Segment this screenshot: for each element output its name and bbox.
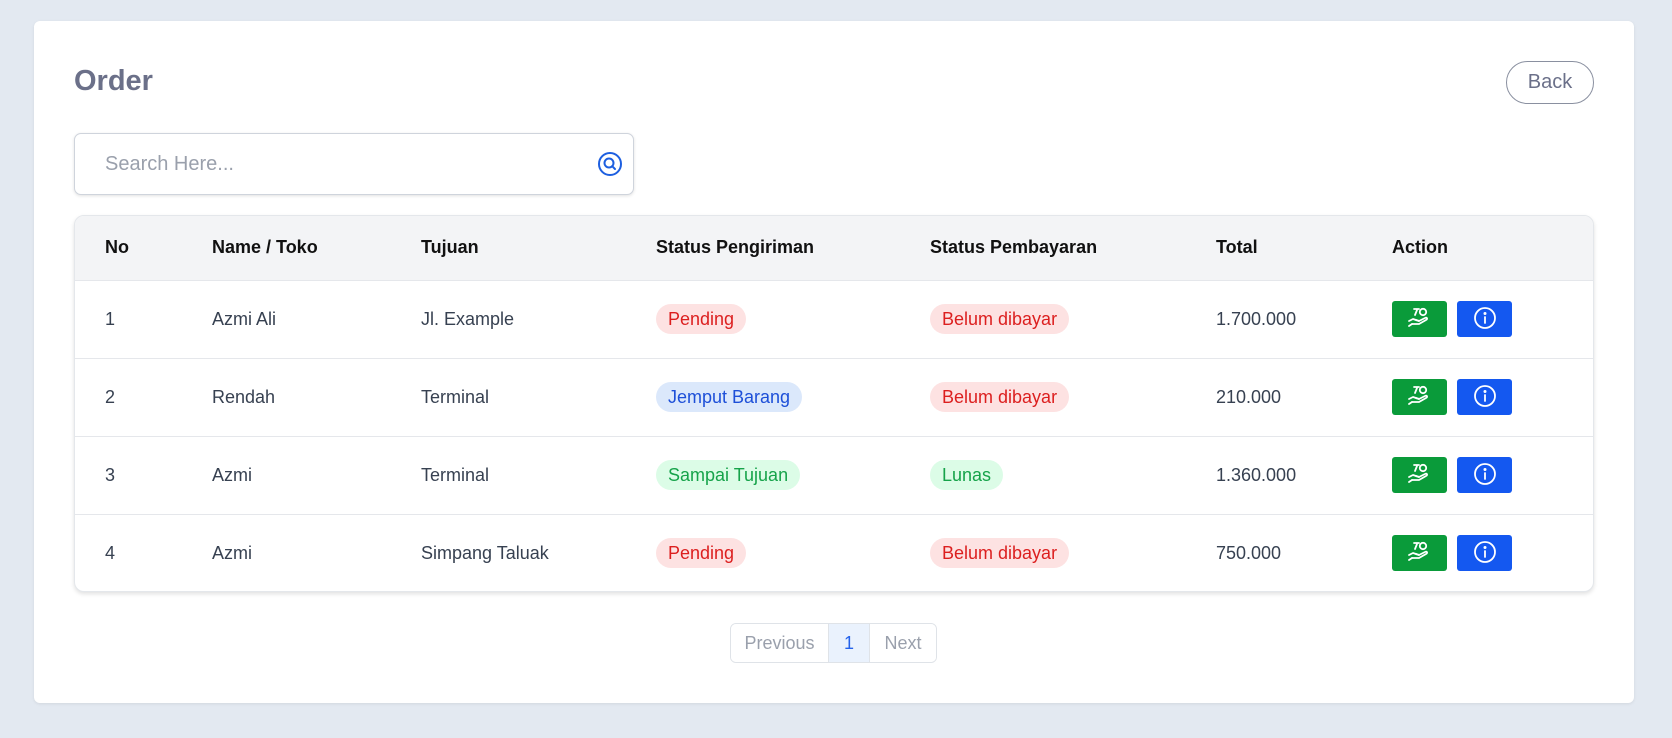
cell-tujuan: Simpang Taluak bbox=[421, 542, 549, 563]
cell-name: Azmi bbox=[212, 542, 252, 563]
status-pengiriman-badge: Sampai Tujuan bbox=[656, 460, 801, 490]
info-button[interactable] bbox=[1457, 301, 1512, 337]
cell-no: 2 bbox=[105, 386, 116, 407]
header-name: Name / Toko bbox=[212, 237, 318, 258]
cell-no: 3 bbox=[105, 464, 116, 485]
info-button[interactable] bbox=[1457, 379, 1512, 415]
info-icon bbox=[1473, 384, 1497, 411]
table-row: 4 Azmi Simpang Taluak Pending Belum diba… bbox=[75, 514, 1593, 591]
cell-no: 1 bbox=[105, 308, 116, 329]
hand-money-icon bbox=[1407, 384, 1433, 411]
cell-name: Azmi Ali bbox=[212, 308, 277, 329]
cell-total: 1.360.000 bbox=[1216, 464, 1297, 485]
pay-button[interactable] bbox=[1392, 379, 1447, 415]
table-row: 3 Azmi Terminal Sampai Tujuan Lunas 1.36… bbox=[75, 436, 1593, 514]
info-icon bbox=[1473, 306, 1497, 333]
table-row: 1 Azmi Ali Jl. Example Pending Belum dib… bbox=[75, 280, 1593, 358]
pagination-previous[interactable]: Previous bbox=[731, 624, 829, 662]
cell-total: 1.700.000 bbox=[1216, 308, 1297, 329]
page-title: Order bbox=[74, 65, 153, 97]
search-box bbox=[74, 133, 634, 195]
cell-total: 750.000 bbox=[1216, 542, 1282, 563]
hand-money-icon bbox=[1407, 462, 1433, 489]
status-pembayaran-badge: Belum dibayar bbox=[930, 382, 1070, 412]
pay-button[interactable] bbox=[1392, 301, 1447, 337]
info-icon bbox=[1473, 540, 1497, 567]
cell-tujuan: Terminal bbox=[421, 464, 490, 485]
pagination-page-1[interactable]: 1 bbox=[829, 624, 870, 662]
header-no: No bbox=[105, 237, 129, 258]
status-pembayaran-badge: Lunas bbox=[930, 460, 1004, 490]
info-button[interactable] bbox=[1457, 535, 1512, 572]
status-pembayaran-badge: Belum dibayar bbox=[930, 304, 1070, 334]
hand-money-icon bbox=[1407, 540, 1433, 567]
search-input[interactable] bbox=[105, 134, 565, 194]
table-header-row: No Name / Toko Tujuan Status Pengiriman … bbox=[75, 216, 1593, 280]
back-button[interactable]: Back bbox=[1506, 61, 1594, 104]
cell-tujuan: Terminal bbox=[421, 386, 490, 407]
status-pembayaran-badge: Belum dibayar bbox=[930, 538, 1070, 569]
header-status-pembayaran: Status Pembayaran bbox=[930, 237, 1098, 258]
pay-button[interactable] bbox=[1392, 535, 1447, 572]
order-table: No Name / Toko Tujuan Status Pengiriman … bbox=[74, 215, 1594, 592]
pagination-next[interactable]: Next bbox=[870, 624, 936, 662]
cell-name: Azmi bbox=[212, 464, 252, 485]
cell-tujuan: Jl. Example bbox=[421, 308, 515, 329]
table-row: 2 Rendah Terminal Jemput Barang Belum di… bbox=[75, 358, 1593, 436]
header-total: Total bbox=[1216, 237, 1258, 258]
hand-money-icon bbox=[1407, 306, 1433, 333]
order-card: Order Back No Name / Toko Tujuan Status … bbox=[34, 21, 1634, 703]
pagination: Previous 1 Next bbox=[730, 623, 937, 663]
search-icon[interactable] bbox=[597, 151, 623, 177]
info-icon bbox=[1473, 462, 1497, 489]
header-tujuan: Tujuan bbox=[421, 237, 479, 258]
header-status-pengiriman: Status Pengiriman bbox=[656, 237, 815, 258]
info-button[interactable] bbox=[1457, 457, 1512, 493]
pay-button[interactable] bbox=[1392, 457, 1447, 493]
status-pengiriman-badge: Pending bbox=[656, 304, 747, 334]
status-pengiriman-badge: Pending bbox=[656, 538, 747, 569]
header-action: Action bbox=[1392, 237, 1448, 258]
cell-name: Rendah bbox=[212, 386, 276, 407]
cell-total: 210.000 bbox=[1216, 386, 1282, 407]
cell-no: 4 bbox=[105, 542, 116, 563]
status-pengiriman-badge: Jemput Barang bbox=[656, 382, 803, 412]
